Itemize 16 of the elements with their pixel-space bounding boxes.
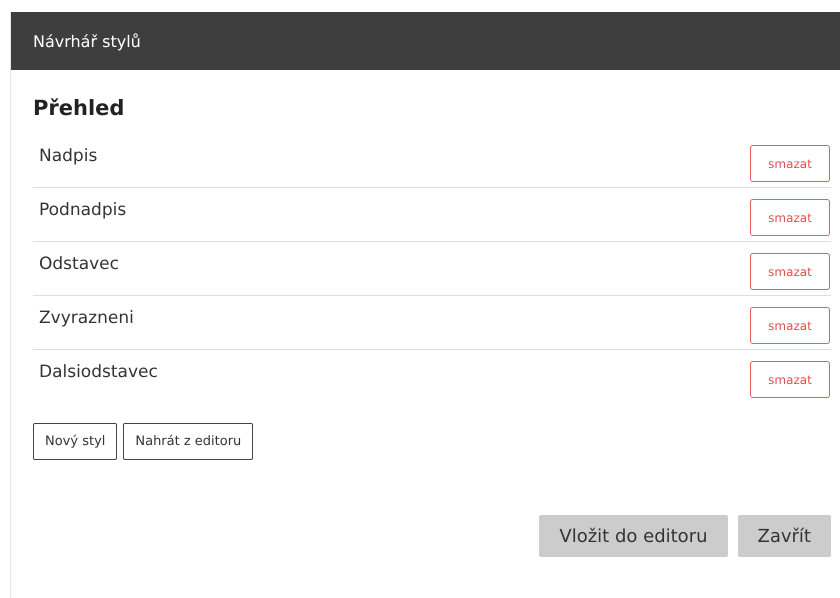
delete-button[interactable]: smazat (750, 199, 830, 236)
tool-button[interactable]: Nový styl (33, 423, 118, 460)
style-name[interactable]: Nadpis (39, 146, 98, 166)
footer-button[interactable]: Vložit do editoru (539, 515, 728, 557)
delete-button[interactable]: smazat (750, 145, 830, 182)
style-name[interactable]: Podnadpis (39, 200, 126, 220)
footer-button[interactable]: Zavřít (738, 515, 831, 557)
style-name[interactable]: Dalsiodstavec (39, 362, 158, 382)
delete-button[interactable]: smazat (750, 253, 830, 290)
section-heading: Přehled (33, 96, 126, 120)
window-title: Návrhář stylů (33, 32, 141, 50)
style-name[interactable]: Zvyrazneni (39, 308, 134, 328)
delete-button[interactable]: smazat (750, 361, 830, 398)
tool-button[interactable]: Nahrát z editoru (123, 423, 254, 460)
delete-button[interactable]: smazat (750, 307, 830, 344)
style-name[interactable]: Odstavec (39, 254, 119, 274)
